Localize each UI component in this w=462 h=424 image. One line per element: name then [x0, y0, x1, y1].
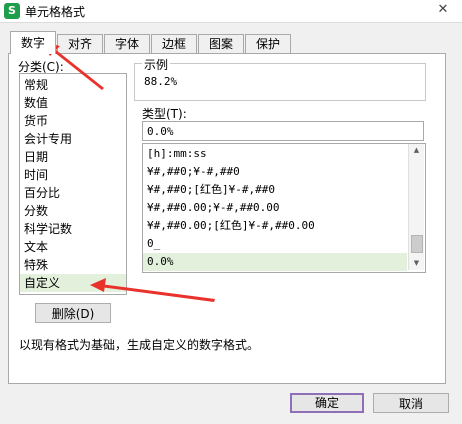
category-item[interactable]: 货币 — [24, 112, 124, 130]
format-item[interactable]: ¥#,##0;¥-#,##0 — [143, 163, 407, 181]
scroll-down-icon[interactable]: ▼ — [409, 257, 424, 270]
window-title: 单元格格式 — [25, 5, 86, 19]
cancel-button[interactable]: 取消 — [373, 393, 449, 413]
category-item[interactable]: 时间 — [24, 166, 124, 184]
category-item-custom[interactable]: 自定义 — [20, 274, 126, 292]
description-text: 以现有格式为基础，生成自定义的数字格式。 — [19, 338, 260, 352]
format-item-selected[interactable]: 0.0% — [143, 253, 407, 271]
tab-border[interactable]: 边框 — [151, 34, 197, 53]
category-item[interactable]: 百分比 — [24, 184, 124, 202]
title-bar: S 单元格格式 ✕ — [0, 0, 462, 23]
format-item[interactable]: ¥#,##0.00;¥-#,##0.00 — [143, 199, 407, 217]
app-icon: S — [4, 3, 20, 19]
category-item[interactable]: 特殊 — [24, 256, 124, 274]
category-item[interactable]: 分数 — [24, 202, 124, 220]
sample-group: 示例 88.2% — [134, 56, 426, 101]
category-item[interactable]: 科学记数 — [24, 220, 124, 238]
sample-label: 示例 — [142, 56, 171, 73]
scroll-up-icon[interactable]: ▲ — [409, 144, 424, 157]
ok-button[interactable]: 确定 — [290, 393, 364, 413]
format-item[interactable]: 0_ — [143, 235, 407, 253]
format-item[interactable]: [h]:mm:ss — [143, 145, 407, 163]
scroll-thumb[interactable] — [411, 235, 423, 253]
close-icon[interactable]: ✕ — [428, 0, 458, 20]
category-item[interactable]: 日期 — [24, 148, 124, 166]
tab-font[interactable]: 字体 — [104, 34, 150, 53]
delete-button[interactable]: 删除(D) — [35, 303, 111, 323]
type-input[interactable]: 0.0% — [142, 121, 424, 141]
tab-number[interactable]: 数字 — [10, 31, 56, 54]
format-item[interactable]: ¥#,##0;[红色]¥-#,##0 — [143, 181, 407, 199]
category-item[interactable]: 常规 — [24, 76, 124, 94]
tab-pattern[interactable]: 图案 — [198, 34, 244, 53]
format-item[interactable]: ¥#,##0.00;[红色]¥-#,##0.00 — [143, 217, 407, 235]
category-item[interactable]: 文本 — [24, 238, 124, 256]
tab-panel: 分类(C): 常规 数值 货币 会计专用 日期 时间 百分比 分数 科学记数 文… — [8, 53, 446, 384]
category-item[interactable]: 数值 — [24, 94, 124, 112]
category-list[interactable]: 常规 数值 货币 会计专用 日期 时间 百分比 分数 科学记数 文本 特殊 自定… — [19, 73, 127, 295]
format-scrollbar[interactable]: ▲ ▼ — [408, 144, 424, 270]
category-item[interactable]: 会计专用 — [24, 130, 124, 148]
type-label: 类型(T): — [142, 107, 187, 121]
format-list[interactable]: [h]:mm:ss ¥#,##0;¥-#,##0 ¥#,##0;[红色]¥-#,… — [142, 143, 426, 273]
tab-protection[interactable]: 保护 — [245, 34, 291, 53]
sample-value: 88.2% — [144, 75, 178, 88]
tab-alignment[interactable]: 对齐 — [57, 34, 103, 53]
